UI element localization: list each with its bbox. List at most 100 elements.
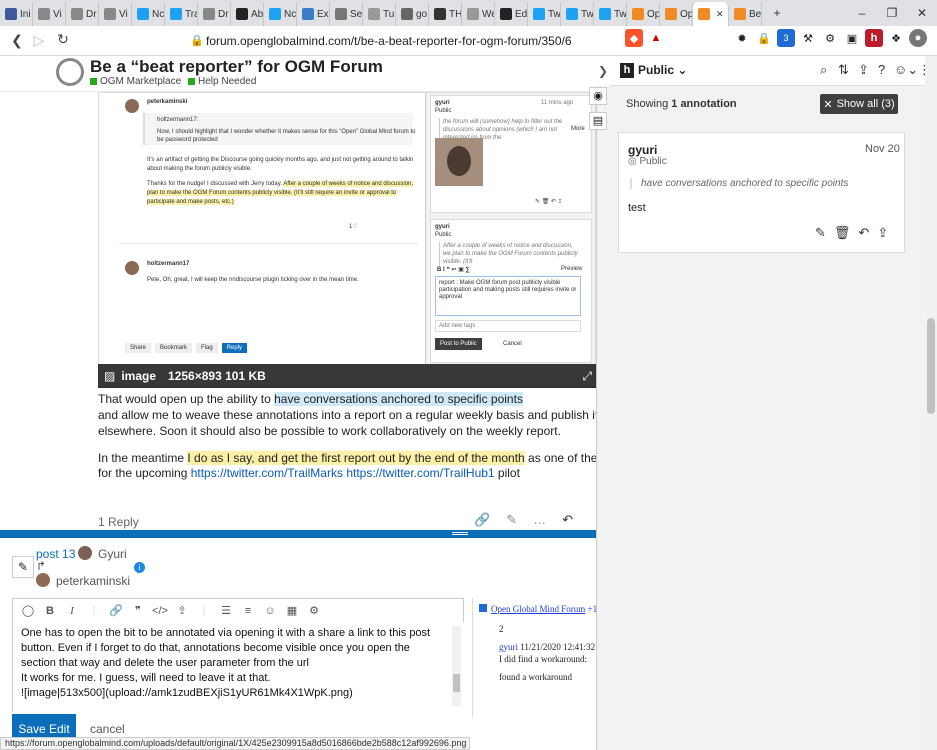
bullet-list-icon[interactable]: ☰ xyxy=(215,604,237,617)
edit-icon[interactable]: ✎ xyxy=(815,225,826,241)
numbered-list-icon[interactable]: ≡ xyxy=(237,605,259,617)
show-all-button[interactable]: ✕ Show all (3) xyxy=(820,94,898,114)
info-icon[interactable]: i xyxy=(134,562,145,573)
url-text[interactable]: forum.openglobalmind.com/t/be-a-beat-rep… xyxy=(206,34,572,48)
minimize-icon[interactable]: – xyxy=(847,0,877,26)
browser-tab[interactable]: TH xyxy=(429,2,462,26)
emoji-icon[interactable]: ☺ xyxy=(259,605,281,617)
composer-edit-icon[interactable]: ✎ xyxy=(12,556,34,578)
browser-tab[interactable]: Be xyxy=(729,2,762,26)
reply-to-user[interactable]: Gyuri xyxy=(98,547,127,561)
browser-tab[interactable]: Tw xyxy=(594,2,627,26)
hypothesis-extension-icon[interactable]: h xyxy=(865,29,883,47)
url-field[interactable]: forum.openglobalmind.com/t/be-a-beat-rep… xyxy=(184,29,614,53)
category-ogm-marketplace[interactable]: OGM Marketplace xyxy=(90,76,181,87)
link-icon[interactable]: 🔗 xyxy=(474,512,490,528)
browser-tab[interactable]: Nc xyxy=(132,2,165,26)
embedded-image[interactable]: peterkaminski holtzermann17: Now, I shou… xyxy=(98,92,596,388)
extension-icon-2[interactable]: ⚙ xyxy=(821,29,839,47)
profile-avatar-icon[interactable]: ● xyxy=(909,29,927,47)
reply-count-button[interactable]: 1 Reply xyxy=(98,515,139,529)
help-icon[interactable]: ? xyxy=(878,62,885,77)
composer-author[interactable]: peterkaminski xyxy=(56,574,130,588)
reply-icon[interactable]: ↶ xyxy=(858,225,869,241)
checkbox-icon[interactable] xyxy=(479,604,487,612)
browser-tab[interactable]: Ed xyxy=(495,2,528,26)
annotation-card[interactable]: gyuri ◎ Public Nov 20 have conversations… xyxy=(618,132,905,253)
extension-lock-icon[interactable]: 🔒 xyxy=(755,29,773,47)
reply-icon[interactable]: ↶ xyxy=(562,512,573,528)
browser-tab[interactable]: Op xyxy=(627,2,660,26)
calendar-icon[interactable]: ▦ xyxy=(281,604,303,617)
browser-tab[interactable]: Op xyxy=(660,2,693,26)
browser-tab[interactable]: Vi xyxy=(33,2,66,26)
close-tab-icon[interactable]: ✕ xyxy=(716,9,724,20)
sort-icon[interactable]: ⇅ xyxy=(838,62,849,78)
browser-tab[interactable]: Ex xyxy=(297,2,330,26)
sidebar-collapse-icon[interactable]: ❯ xyxy=(596,56,610,86)
new-tab-button[interactable]: + xyxy=(762,0,792,26)
annotation-highlight[interactable]: have conversations anchored to specific … xyxy=(274,392,523,406)
gear-icon[interactable]: ⚙ xyxy=(303,604,325,617)
group-selector[interactable]: Public ⌄ xyxy=(638,63,687,77)
extension-icon[interactable]: ⚒ xyxy=(799,29,817,47)
browser-tab[interactable]: Ab xyxy=(231,2,264,26)
browser-tab-active[interactable]: ✕ xyxy=(693,2,729,26)
browser-tab[interactable]: Nc xyxy=(264,2,297,26)
extension-star-icon[interactable]: ✹ xyxy=(733,29,751,47)
code-icon[interactable]: </> xyxy=(149,605,171,617)
browser-tab[interactable]: Tw xyxy=(561,2,594,26)
upload-icon[interactable]: ⇪ xyxy=(171,604,193,617)
quote-icon[interactable]: ❞ xyxy=(127,604,149,617)
hypothesis-logo-icon[interactable]: h xyxy=(620,63,634,78)
camera-icon[interactable]: ▣ xyxy=(843,29,861,47)
browser-tab[interactable]: We xyxy=(462,2,495,26)
restore-icon[interactable]: ❐ xyxy=(877,0,907,26)
menu-kebab-icon[interactable]: ⋮ xyxy=(931,29,937,47)
annotation-quote[interactable]: have conversations anchored to specific … xyxy=(630,178,848,189)
share-icon[interactable]: ⇪ xyxy=(858,62,869,78)
browser-tab[interactable]: Dr xyxy=(198,2,231,26)
twitter-link[interactable]: https://twitter.com/TrailHub1 xyxy=(346,466,494,480)
annotation-highlight[interactable]: I do as I say, and get the first report … xyxy=(187,451,525,465)
annotation-date[interactable]: Nov 20 xyxy=(865,143,900,155)
browser-tab[interactable]: Vi xyxy=(99,2,132,26)
search-icon[interactable]: ⌕ xyxy=(820,62,827,78)
composer-textarea[interactable]: One has to open the bit to be annotated … xyxy=(12,622,464,712)
user-menu-icon[interactable]: ☺⌄ xyxy=(894,62,918,78)
composer-grip[interactable] xyxy=(0,530,596,538)
warning-triangle-icon[interactable]: ▲ xyxy=(647,29,665,47)
link-icon[interactable]: 🔗 xyxy=(105,604,127,617)
italic-icon[interactable]: I xyxy=(61,605,83,617)
puzzle-icon[interactable]: ❖ xyxy=(887,29,905,47)
expand-icon[interactable]: ⤢ xyxy=(582,369,592,384)
bold-icon[interactable]: B xyxy=(39,605,61,617)
close-window-icon[interactable]: ✕ xyxy=(907,0,937,26)
extension-badge-icon[interactable]: 3 xyxy=(777,29,795,47)
category-help-needed[interactable]: Help Needed xyxy=(188,76,256,87)
browser-tab[interactable]: Dr xyxy=(66,2,99,26)
share-icon[interactable]: ⇪ xyxy=(877,225,888,241)
save-edit-button[interactable]: Save Edit xyxy=(12,714,76,737)
annotation-user[interactable]: gyuri xyxy=(628,143,657,157)
cancel-button[interactable]: cancel xyxy=(90,722,125,736)
speech-bubble-icon[interactable]: ◯ xyxy=(17,604,39,617)
edit-icon[interactable]: ✎ xyxy=(506,512,517,528)
browser-tab[interactable]: go xyxy=(396,2,429,26)
discourse-logo-icon[interactable] xyxy=(56,58,84,86)
browser-tab[interactable]: Ini xyxy=(0,2,33,26)
editor-scrollbar[interactable] xyxy=(452,626,461,706)
browser-tab[interactable]: Tw xyxy=(528,2,561,26)
eye-icon[interactable]: ◉ xyxy=(589,87,607,105)
reload-icon[interactable]: ↻ xyxy=(50,31,76,48)
more-icon[interactable]: … xyxy=(533,512,546,528)
image-info-bar[interactable]: ▨ image 1256×893 101 KB ⤢ xyxy=(98,364,596,388)
page-scrollbar-thumb[interactable] xyxy=(927,318,935,414)
browser-tab[interactable]: Tra xyxy=(165,2,198,26)
topic-title[interactable]: Be a “beat reporter” for OGM Forum xyxy=(90,57,383,77)
browser-tab[interactable]: Se xyxy=(330,2,363,26)
browser-tab[interactable]: Tu xyxy=(363,2,396,26)
twitter-link[interactable]: https://twitter.com/TrailMarks xyxy=(191,466,343,480)
forward-icon[interactable]: ▷ xyxy=(26,32,52,49)
note-icon[interactable]: ▤ xyxy=(589,112,607,130)
